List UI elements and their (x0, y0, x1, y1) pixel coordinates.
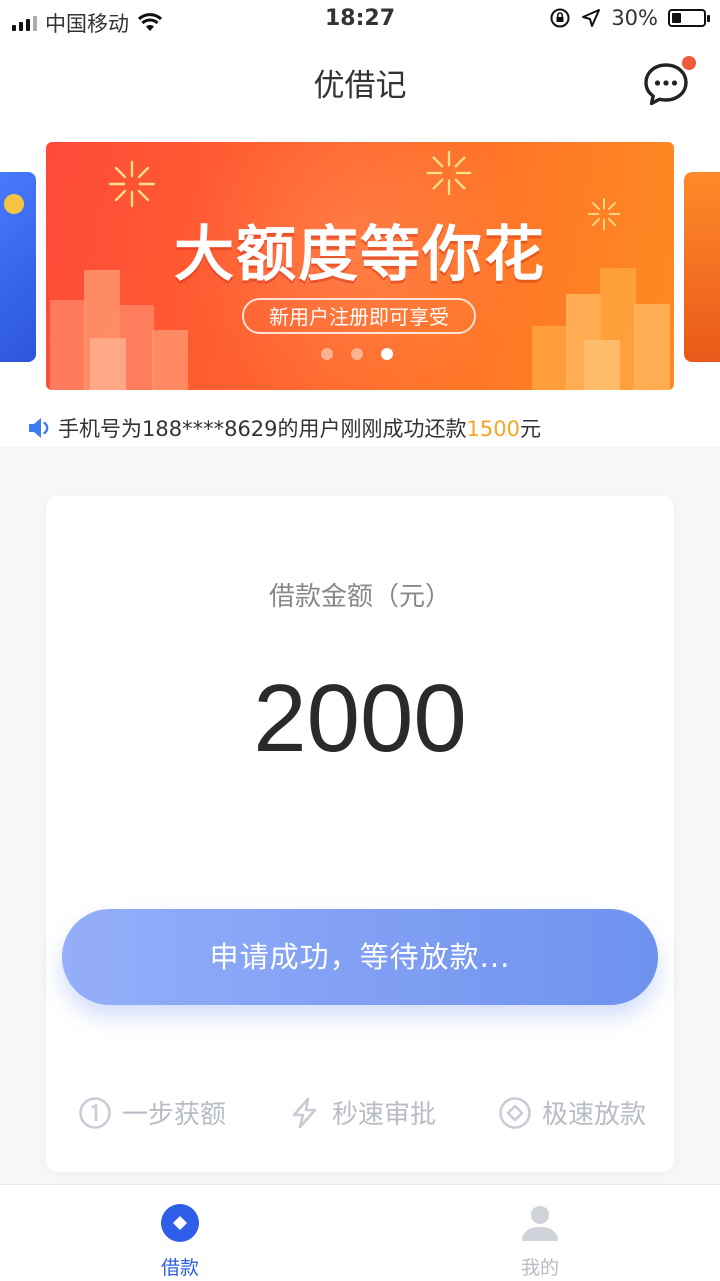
tab-label: 我的 (520, 1257, 559, 1279)
notice-suffix: 元 (519, 417, 541, 441)
apply-status-button[interactable]: 申请成功，等待放款... (62, 909, 658, 1005)
tab-loan[interactable]: 借款 (120, 1185, 240, 1281)
feature-list: 一步获额 秒速审批 极速放款 (46, 1094, 674, 1134)
speaker-icon (29, 418, 49, 438)
carousel-indicator (321, 348, 393, 360)
location-arrow-icon (582, 9, 601, 27)
feature-label: 秒速审批 (332, 1100, 437, 1130)
feature-item: 秒速审批 (288, 1094, 436, 1131)
feature-item: 极速放款 (498, 1094, 646, 1131)
loan-card: 借款金额（元） 2000 申请成功，等待放款... 一步获额 秒速审批 极速放款 (46, 496, 674, 1172)
unread-badge (682, 56, 696, 70)
firework-icon (426, 150, 472, 196)
rotation-lock-icon (550, 8, 570, 28)
one-circle-icon (79, 1096, 111, 1129)
page-title: 优借记 (313, 68, 407, 104)
notice-text: 手机号为188****8629的用户刚刚成功还款1500元 (58, 413, 541, 443)
notice-prefix: 手机号为188****8629的用户刚刚成功还款 (58, 417, 467, 441)
loan-icon (161, 1204, 199, 1242)
lightning-icon (292, 1097, 317, 1128)
banner-slide[interactable]: 大额度等你花 新用户注册即可享受 (46, 142, 674, 390)
loan-amount-value: 2000 (253, 665, 467, 772)
bottom-tab-bar: 借款 我的 (0, 1184, 720, 1281)
tab-mine[interactable]: 我的 (480, 1185, 600, 1281)
banner-subtitle-pill: 新用户注册即可享受 (242, 298, 476, 334)
carousel-dot[interactable] (321, 348, 333, 360)
banner-next-peek[interactable] (684, 172, 720, 362)
navbar: 优借记 (0, 40, 720, 125)
status-bar: 中国移动 18:27 30% (0, 0, 720, 40)
loan-amount-label: 借款金额（元） (268, 582, 451, 612)
diamond-circle-icon (499, 1096, 531, 1129)
banner-carousel[interactable]: 大额度等你花 新用户注册即可享受 (0, 124, 720, 409)
battery-icon (668, 9, 710, 27)
carousel-dot[interactable] (351, 348, 363, 360)
banner-prev-peek[interactable] (0, 172, 36, 362)
status-right: 30% (549, 6, 710, 30)
coin-icon (4, 194, 24, 214)
feature-label: 一步获额 (122, 1100, 227, 1130)
message-button[interactable] (642, 56, 696, 108)
battery-percent: 30% (611, 6, 658, 30)
notice-amount: 1500 (466, 417, 520, 441)
tab-label: 借款 (160, 1257, 199, 1279)
feature-label: 极速放款 (542, 1100, 647, 1130)
carousel-dot-active[interactable] (381, 348, 393, 360)
repayment-notice-ticker: 手机号为188****8629的用户刚刚成功还款1500元 (0, 409, 720, 447)
feature-item: 一步获额 (78, 1094, 226, 1131)
banner-headline: 大额度等你花 (174, 220, 546, 290)
user-icon (522, 1206, 558, 1241)
firework-icon (108, 160, 156, 208)
